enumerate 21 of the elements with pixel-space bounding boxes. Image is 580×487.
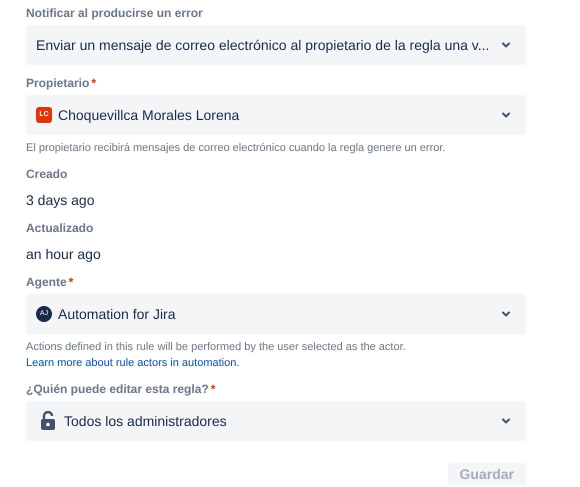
learn-more-link[interactable]: Learn more about rule actors in automation.: [26, 357, 240, 369]
select-value: Automation for Jira: [58, 304, 176, 324]
required-mark: *: [68, 274, 74, 290]
field-label: Actualizado: [26, 220, 94, 236]
field-label: Propietario: [26, 75, 90, 91]
select-value: Todos los administradores: [64, 412, 228, 430]
field-value: an hour ago: [26, 245, 101, 264]
field-label: Creado: [26, 166, 68, 182]
field-value: 3 days ago: [26, 191, 94, 210]
helper-text: El propietario recibirá mensajes de correo electrónico cuando la regla genere un error.: [26, 141, 446, 156]
helper-text: Actions defined in this rule will be performed by the user selected as the actor. Learn more about rule actors in automation.: [26, 340, 407, 371]
field-label: ¿Quién puede editar esta regla?: [26, 381, 209, 397]
select-field[interactable]: Enviar un mensaje de correo electrónico al propietario de la regla una v...: [26, 25, 526, 65]
select-value: Enviar un mensaje de correo electrónico al propietario de la regla una v...: [36, 36, 490, 55]
required-mark: *: [210, 381, 216, 397]
select-value: Choquevillca Morales Lorena: [58, 106, 240, 125]
field-label: Agente: [26, 274, 67, 290]
field-label: Notificar al producirse un error: [26, 5, 203, 21]
required-mark: *: [91, 75, 96, 91]
select-field[interactable]: Todos los administradores: [26, 401, 526, 441]
unlocked-lock-icon: [40, 411, 56, 431]
